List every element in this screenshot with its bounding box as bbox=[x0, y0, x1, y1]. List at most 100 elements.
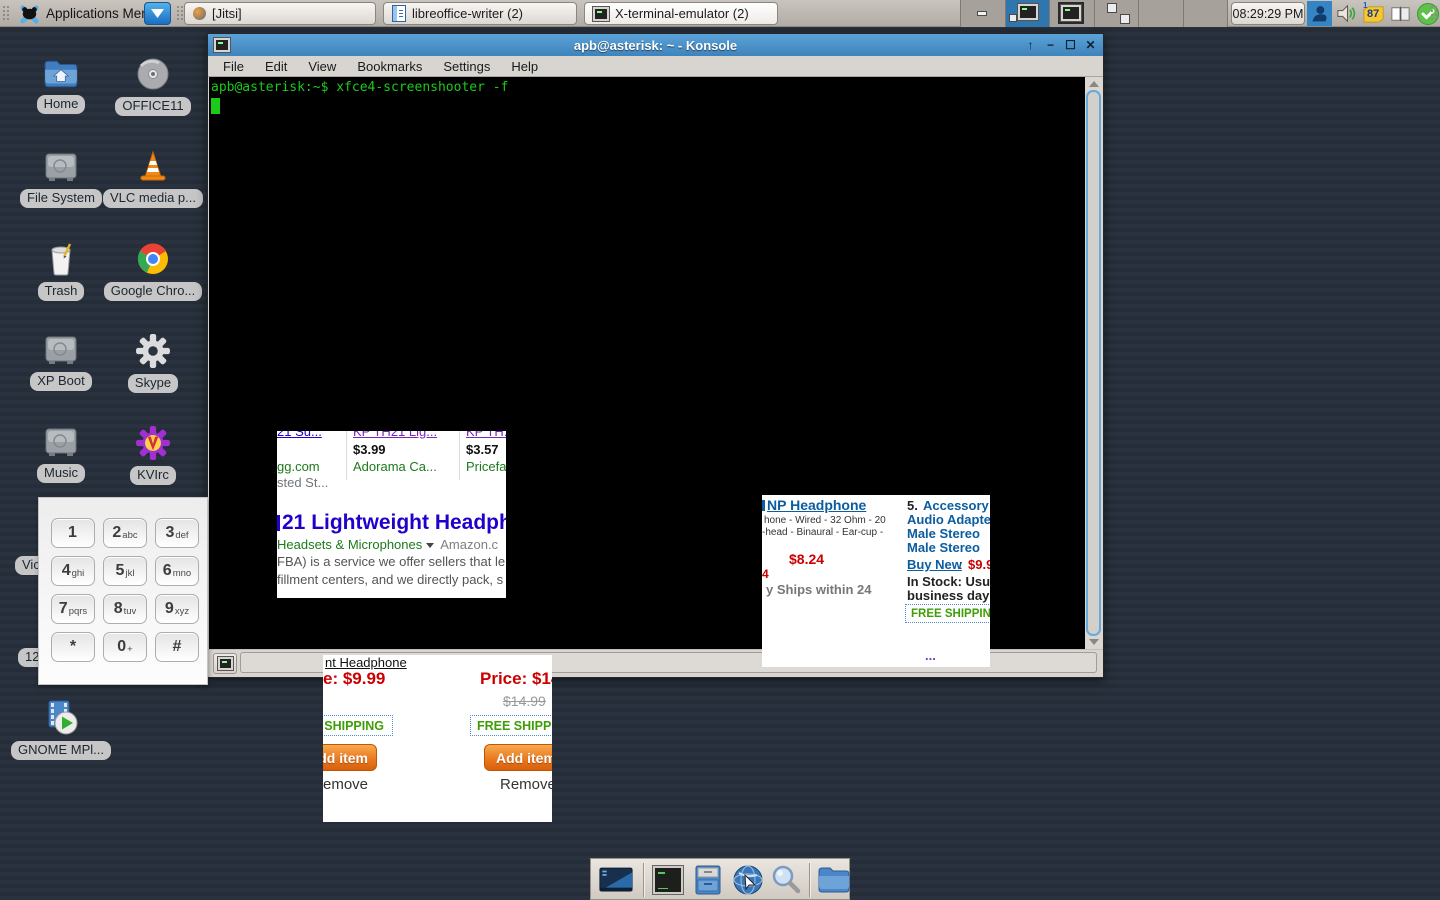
desktop-icon-trash[interactable]: Trash bbox=[16, 241, 106, 301]
taskbar-button-terminal[interactable]: X-terminal-emulator (2) bbox=[584, 2, 778, 25]
scroll-up-icon[interactable] bbox=[1089, 81, 1099, 87]
folder-icon bbox=[817, 865, 851, 895]
menu-file[interactable]: File bbox=[223, 59, 244, 74]
add-item-button[interactable]: dd item bbox=[323, 744, 377, 771]
snippet-line: fillment centers, and we directly pack, … bbox=[277, 572, 503, 587]
listing-title-link[interactable]: NP Headphone bbox=[762, 497, 866, 513]
listing-title-link[interactable]: Male Stereo bbox=[907, 526, 980, 541]
dialpad-key-2[interactable]: 2abc bbox=[103, 518, 147, 548]
old-price: $14.99 bbox=[503, 693, 546, 709]
terminal-scrollbar[interactable] bbox=[1085, 77, 1102, 649]
close-button[interactable]: ✕ bbox=[1084, 38, 1097, 52]
panel-grip[interactable] bbox=[1430, 5, 1438, 22]
workspace-cell-5[interactable] bbox=[1138, 0, 1183, 27]
clock[interactable]: 08:29:29 PM bbox=[1231, 2, 1305, 25]
workspace-cell-2-active[interactable] bbox=[1005, 0, 1050, 27]
terminal-prompt-line: apb@asterisk:~$ xfce4-screenshooter -f bbox=[211, 80, 508, 95]
desktop-icon-home[interactable]: Home bbox=[16, 58, 106, 114]
dock-folder-button[interactable] bbox=[817, 863, 851, 897]
category-link[interactable]: Headsets & Microphones bbox=[277, 537, 422, 552]
desktop-icon-filesystem[interactable]: File System bbox=[16, 150, 106, 208]
desktop-icon-label: OFFICE11 bbox=[115, 97, 190, 116]
dialpad-key-7[interactable]: 7pqrs bbox=[51, 594, 95, 624]
dialpad-key-3[interactable]: 3def bbox=[155, 518, 199, 548]
panel-grip[interactable] bbox=[176, 5, 184, 22]
add-item-button-clip: dd item bbox=[323, 743, 377, 772]
buy-new-link[interactable]: Buy New bbox=[907, 557, 962, 572]
panel-grip[interactable] bbox=[2, 5, 10, 22]
dialpad-key-4[interactable]: 4ghi bbox=[51, 556, 95, 586]
seller-note: sted St... bbox=[277, 475, 328, 490]
taskbar-button-writer[interactable]: libreoffice-writer (2) bbox=[383, 2, 577, 25]
dialpad-key-1[interactable]: 1 bbox=[51, 518, 95, 548]
file-cabinet-icon bbox=[691, 863, 725, 897]
globe-browser-icon bbox=[731, 863, 765, 897]
workspace-cell-3[interactable] bbox=[1049, 0, 1094, 27]
dock-search-button[interactable] bbox=[769, 863, 803, 897]
desktop-icon-chrome[interactable]: Google Chro... bbox=[108, 241, 198, 301]
product-link[interactable]: KP TH21 Lig... bbox=[353, 431, 437, 439]
remove-link[interactable]: emove bbox=[323, 776, 368, 793]
dock-show-desktop-button[interactable] bbox=[599, 863, 633, 897]
listing-title-link[interactable]: Male Stereo bbox=[907, 540, 980, 555]
cart-item-title[interactable]: nt Headphone bbox=[325, 655, 407, 670]
dialpad-key-5[interactable]: 5jkl bbox=[103, 556, 147, 586]
dock-separator bbox=[643, 863, 644, 897]
tray-badge-icon[interactable]: 87 1 bbox=[1361, 1, 1386, 26]
workspace-cell-1[interactable] bbox=[960, 0, 1005, 27]
desktop-icon-music[interactable]: Music bbox=[16, 425, 106, 483]
dialpad-key-0[interactable]: 0+ bbox=[103, 632, 147, 662]
dialpad-key-6[interactable]: 6mno bbox=[155, 556, 199, 586]
menu-help[interactable]: Help bbox=[511, 59, 538, 74]
menu-edit[interactable]: Edit bbox=[265, 59, 287, 74]
minimize-button[interactable]: − bbox=[1044, 38, 1057, 52]
dock-browser-button[interactable] bbox=[731, 863, 765, 897]
badge-count: 87 bbox=[1367, 8, 1379, 20]
tray-addressbook-icon[interactable] bbox=[1388, 1, 1413, 26]
dock-terminal-button[interactable] bbox=[651, 863, 685, 897]
window-title: apb@asterisk: ~ - Konsole bbox=[208, 38, 1103, 53]
desktop-icon-kvirc[interactable]: KVIrc bbox=[108, 425, 198, 485]
new-tab-button[interactable] bbox=[213, 653, 237, 674]
remove-link[interactable]: Remove bbox=[500, 776, 552, 793]
stock-status: In Stock: Usu bbox=[907, 574, 990, 589]
window-titlebar[interactable]: apb@asterisk: ~ - Konsole ↑ − ☐ ✕ bbox=[208, 34, 1103, 56]
scroll-down-icon[interactable] bbox=[1089, 639, 1099, 645]
desktop-icon-office11[interactable]: OFFICE11 bbox=[108, 56, 198, 116]
listing-title-link[interactable]: Audio Adapte bbox=[907, 512, 990, 527]
dialpad-key-star[interactable]: * bbox=[51, 632, 95, 662]
product-link[interactable]: KP TH... bbox=[466, 431, 506, 439]
product-price: $3.99 bbox=[353, 442, 386, 457]
listing-title-link[interactable]: Accessory bbox=[923, 498, 989, 513]
dialpad-key-9[interactable]: 9xyz bbox=[155, 594, 199, 624]
dropdown-arrow-icon[interactable] bbox=[426, 543, 434, 548]
desktop-icon-xpboot[interactable]: XP Boot bbox=[16, 333, 106, 391]
maximize-button[interactable]: ☐ bbox=[1064, 38, 1077, 52]
scrollbar-thumb[interactable] bbox=[1086, 90, 1101, 636]
seller-name: Adorama Ca... bbox=[353, 459, 437, 474]
desktop-icon-skype[interactable]: Skype bbox=[108, 333, 198, 393]
tray-jitsi-icon[interactable] bbox=[1307, 1, 1332, 26]
dialpad-key-8[interactable]: 8tuv bbox=[103, 594, 147, 624]
tray-volume-icon[interactable] bbox=[1334, 1, 1359, 26]
menu-bookmarks[interactable]: Bookmarks bbox=[357, 59, 422, 74]
product-link[interactable]: 21 Su... bbox=[277, 431, 322, 439]
dock-filemanager-button[interactable] bbox=[691, 863, 725, 897]
dialpad-key-hash[interactable]: # bbox=[155, 632, 199, 662]
listing-number: 5. bbox=[907, 498, 918, 513]
desktop-icon-gnome-mplayer[interactable]: GNOME MPl... bbox=[16, 698, 106, 760]
menu-settings[interactable]: Settings bbox=[443, 59, 490, 74]
panel-arrow-button[interactable] bbox=[144, 2, 171, 25]
workspace-cell-6[interactable] bbox=[1183, 0, 1229, 27]
taskbar-button-jitsi[interactable]: [Jitsi] bbox=[184, 2, 376, 25]
result-title[interactable]: 21 Lightweight Headphone bbox=[277, 511, 506, 535]
workspace-cell-4[interactable] bbox=[1094, 0, 1139, 27]
free-shipping-badge: FREE SHIPPING bbox=[905, 604, 990, 623]
applications-menu-button[interactable]: Applications Menu bbox=[14, 0, 160, 27]
add-item-button[interactable]: Add item bbox=[484, 744, 552, 771]
keep-above-button[interactable]: ↑ bbox=[1024, 38, 1037, 52]
desktop-icon-vlc[interactable]: VLC media p... bbox=[108, 148, 198, 208]
colon: : bbox=[959, 557, 963, 572]
desktop-icon-label: VLC media p... bbox=[103, 189, 203, 208]
menu-view[interactable]: View bbox=[308, 59, 336, 74]
